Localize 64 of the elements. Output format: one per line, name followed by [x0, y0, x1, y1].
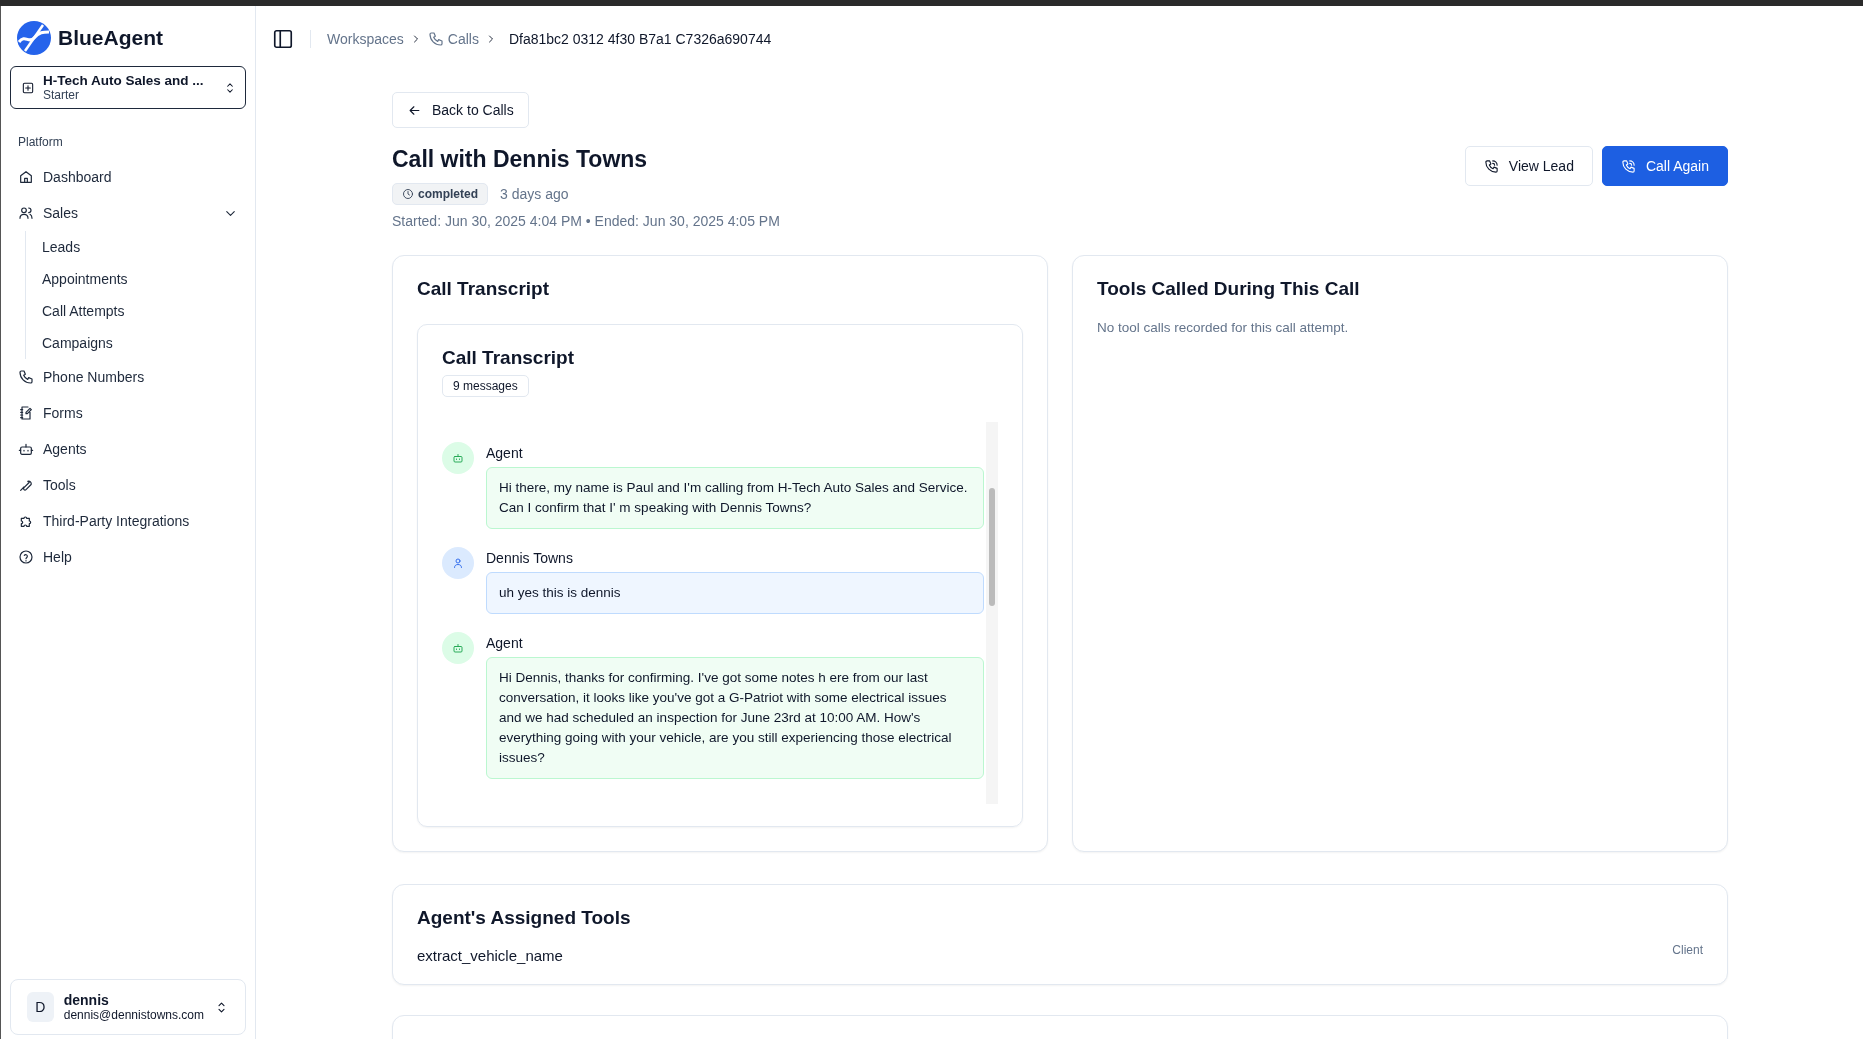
- message-count-badge: 9 messages: [442, 375, 529, 397]
- message-bubble: Hi there, my name is Paul and I'm calling from H-Tech Auto Sales and Service. Can I confirm that I' m speaking with Dennis Towns?: [486, 467, 984, 529]
- puzzle-icon: [18, 513, 34, 529]
- nav-item[interactable]: Agents: [10, 431, 246, 467]
- robot-icon: [18, 441, 34, 457]
- page-title: Call with Dennis Towns: [392, 146, 649, 173]
- phone-icon: [427, 31, 444, 47]
- workspace-name: H-Tech Auto Sales and ...: [43, 73, 205, 88]
- notebook-icon: [18, 405, 34, 421]
- nav-subitem[interactable]: Call Attempts: [42, 295, 246, 327]
- sidebar-toggle-icon[interactable]: [272, 28, 294, 50]
- message-bubble: uh yes this is dennis: [486, 572, 984, 614]
- card-title: Call Transcript: [417, 278, 550, 300]
- speaker-name: Agent: [486, 635, 524, 651]
- breadcrumb-link[interactable]: Calls: [427, 31, 479, 47]
- logo-icon: [16, 20, 52, 56]
- empty-message: No tool calls recorded for this call attempt.: [1097, 320, 1350, 335]
- speaker-name: Dennis Towns: [486, 550, 574, 566]
- tool-name: extract_vehicle_name: [417, 947, 563, 964]
- phone-icon: [1483, 158, 1499, 174]
- status-badge: completed: [392, 183, 488, 205]
- card-title: Agent's Assigned Tools: [417, 907, 632, 929]
- home-icon: [18, 169, 34, 185]
- back-button[interactable]: Back to Calls: [392, 92, 529, 128]
- nav-item[interactable]: Forms: [10, 395, 246, 431]
- user-name: dennis: [63, 992, 110, 1008]
- scrollbar[interactable]: [986, 422, 998, 804]
- panel-title: Call Transcript: [442, 347, 575, 369]
- phone-icon: [1620, 158, 1636, 174]
- section-label: Platform: [17, 134, 64, 151]
- nav-subitem[interactable]: Appointments: [42, 263, 246, 295]
- nav-item[interactable]: Sales: [10, 195, 246, 231]
- avatar: D: [27, 992, 54, 1022]
- nav-subitem[interactable]: Campaigns: [42, 327, 246, 359]
- call-age: 3 days ago: [500, 186, 569, 202]
- call-again-button[interactable]: Call Again: [1601, 146, 1728, 186]
- call-times: Started: Jun 30, 2025 4:04 PM • Ended: Jun 30, 2025 4:05 PM: [392, 213, 780, 229]
- tool-type: Client: [1672, 943, 1703, 957]
- nav-item[interactable]: Phone Numbers: [10, 359, 246, 395]
- users-icon: [18, 205, 34, 221]
- workspace-plan: Starter: [43, 88, 80, 102]
- brand-name: BlueAgent: [58, 26, 163, 50]
- nav-item[interactable]: Dashboard: [10, 159, 246, 195]
- nav-item[interactable]: Help: [10, 539, 246, 575]
- phone-icon: [18, 369, 34, 385]
- user-menu[interactable]: D dennis dennis@dennistowns.com: [10, 979, 246, 1035]
- help-icon: [18, 549, 34, 565]
- user-email: dennis@dennistowns.com: [63, 1008, 204, 1022]
- speaker-name: Agent: [486, 445, 524, 461]
- person-avatar: [442, 547, 474, 579]
- view-lead-button[interactable]: View Lead: [1464, 146, 1593, 186]
- breadcrumb-link[interactable]: Workspaces: [327, 31, 404, 47]
- wrench-icon: [18, 477, 34, 493]
- workspace-switcher[interactable]: H-Tech Auto Sales and ... Starter: [10, 66, 246, 109]
- nav-subitem[interactable]: Leads: [42, 231, 246, 263]
- message-bubble: Hi Dennis, thanks for confirming. I've got some notes h ere from our last conversation, it looks like you've got a G-Patriot with some electrical issues and we had scheduled an inspection for June 23rd at 10:00 AM. How's everything going with your vehicle, are you still experiencing those electrical issues?: [486, 657, 984, 779]
- card-title: Tools Called During This Call: [1097, 278, 1361, 300]
- nav-item[interactable]: Third-Party Integrations: [10, 503, 246, 539]
- clock-icon: [402, 188, 414, 200]
- nav-item[interactable]: Tools: [10, 467, 246, 503]
- breadcrumb-current: Dfa81bc2 0312 4f30 B7a1 C7326a690744: [508, 31, 772, 47]
- robot-avatar: [442, 632, 474, 664]
- plus-square-icon: [21, 80, 35, 95]
- robot-avatar: [442, 442, 474, 474]
